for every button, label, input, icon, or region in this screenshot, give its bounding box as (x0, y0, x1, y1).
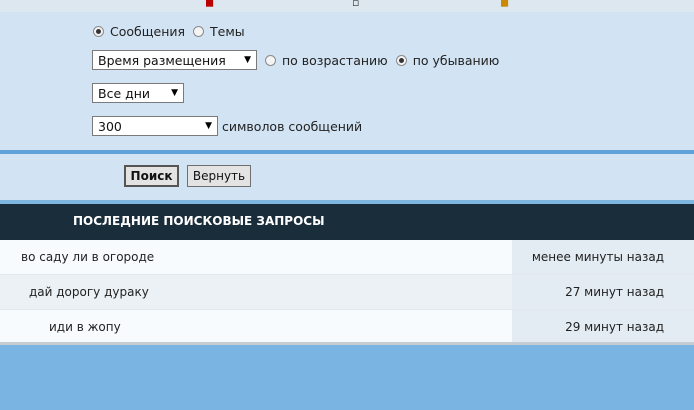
scope-posts-label: Сообщения (110, 24, 186, 39)
sort-descending-label: по убыванию (412, 52, 500, 68)
scope-topics-radio[interactable] (193, 26, 205, 37)
dropdown-arrow-icon: ▼ (244, 55, 251, 65)
table-row: во саду ли в огороде менее минуты назад (0, 240, 694, 275)
scope-topics-label: Темы (210, 24, 245, 39)
toolbar-icon[interactable]: ▫ (352, 0, 359, 9)
dropdown-arrow-icon: ▼ (171, 88, 178, 98)
dropdown-arrow-icon: ▼ (205, 121, 212, 131)
table-row: дай дорогу дураку 27 минут назад (0, 275, 694, 310)
date-range-value: Все дни (98, 85, 151, 101)
table-row: иди в жопу 29 минут назад (0, 310, 694, 345)
search-time-cell: менее минуты назад (512, 240, 694, 274)
sort-ascending-label: по возрастанию (282, 52, 388, 68)
search-time: 29 минут назад (565, 320, 664, 334)
search-time: 27 минут назад (565, 285, 664, 299)
search-query-link[interactable]: во саду ли в огороде (21, 250, 154, 264)
recent-searches-table: во саду ли в огороде менее минуты назад … (0, 240, 694, 345)
search-options-panel: Сообщения Темы Время размещения ▼ по воз… (0, 12, 694, 150)
scope-row: Сообщения Темы (93, 24, 253, 39)
recent-searches-header: ПОСЛЕДНИЕ ПОИСКОВЫЕ ЗАПРОСЫ (0, 204, 694, 240)
search-time-cell: 27 минут назад (512, 275, 694, 309)
scope-posts-radio[interactable] (93, 26, 104, 37)
date-range-select[interactable]: Все дни ▼ (92, 83, 184, 103)
chars-select[interactable]: 300 ▼ (92, 116, 218, 136)
sort-by-select[interactable]: Время размещения ▼ (92, 50, 257, 70)
sort-descending-radio[interactable] (395, 54, 407, 66)
search-time: менее минуты назад (531, 250, 664, 264)
sort-by-value: Время размещения (98, 52, 226, 68)
search-query-link[interactable]: иди в жопу (49, 320, 121, 334)
toolbar-icon[interactable]: ◼ (205, 0, 214, 9)
search-query-link[interactable]: дай дорогу дураку (29, 285, 149, 299)
page-background (0, 345, 694, 410)
chars-suffix: символов сообщений (222, 118, 363, 134)
buttons-panel: Поиск Вернуть (0, 154, 694, 200)
sort-row: Время размещения ▼ по возрастанию по убы… (92, 50, 507, 70)
reset-button[interactable]: Вернуть (187, 165, 251, 187)
search-time-cell: 29 минут назад (512, 310, 694, 344)
sort-ascending-radio[interactable] (265, 54, 276, 66)
chars-value: 300 (98, 118, 122, 134)
toolbar-icon[interactable]: ◼ (500, 0, 509, 9)
search-button[interactable]: Поиск (124, 165, 179, 187)
date-row: Все дни ▼ (92, 83, 192, 103)
chars-row: 300 ▼ символов сообщений (92, 116, 370, 136)
recent-searches-title: ПОСЛЕДНИЕ ПОИСКОВЫЕ ЗАПРОСЫ (73, 214, 325, 228)
